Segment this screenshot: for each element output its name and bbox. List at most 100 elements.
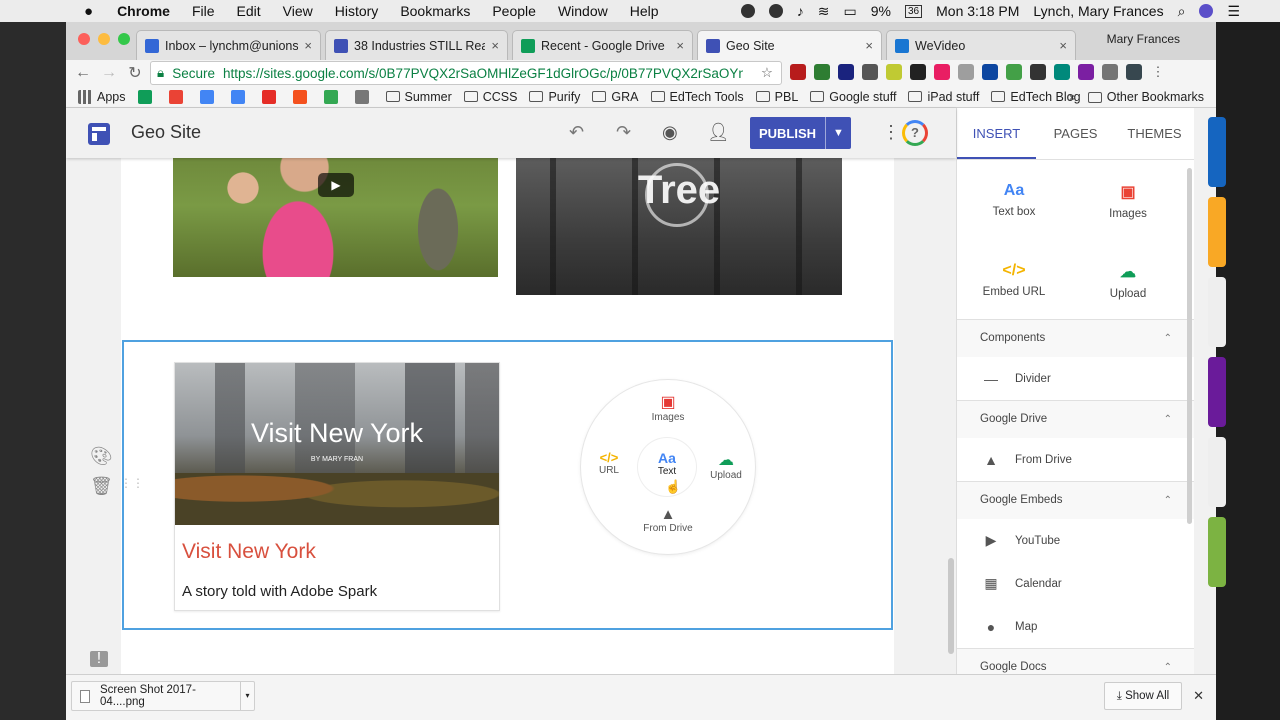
apple-menu-icon[interactable]: ● [84, 3, 93, 20]
radial-drive-option[interactable]: ▲ From Drive [633, 506, 703, 534]
bookmark-folder[interactable]: Google stuff [810, 90, 896, 104]
extension-icon[interactable] [1030, 64, 1046, 80]
new-york-image[interactable]: Visit New York BY MARY FRAN [175, 363, 499, 525]
extension-icon[interactable] [862, 64, 878, 80]
group-header[interactable]: Google Docs ⌃ [957, 649, 1194, 674]
redo-icon[interactable]: ↷ [616, 122, 631, 143]
group-header[interactable]: Components ⌃ [957, 320, 1194, 357]
adobe-spark-card[interactable]: Visit New York BY MARY FRAN Visit New Yo… [174, 362, 500, 611]
menu-history[interactable]: History [335, 3, 379, 19]
bookmarks-overflow-icon[interactable]: » [1069, 90, 1076, 104]
bookmark-item[interactable]: Apps [78, 89, 126, 104]
notification-center-icon[interactable]: ☰ [1227, 3, 1240, 20]
menu-window[interactable]: Window [558, 3, 608, 19]
bookmark-item[interactable] [199, 89, 219, 104]
bookmark-item[interactable] [230, 89, 250, 104]
close-tab-icon[interactable]: × [676, 38, 684, 53]
close-tab-icon[interactable]: × [865, 38, 873, 53]
show-all-button[interactable]: ⤓ Show All [1104, 682, 1182, 710]
bookmark-item[interactable] [261, 89, 281, 104]
insert-item[interactable]: ▶ YouTube [957, 519, 1194, 562]
bookmark-item[interactable] [292, 89, 312, 104]
bookmark-folder[interactable]: iPad stuff [908, 90, 979, 104]
collapse-chevron-icon[interactable]: ⌃ [1164, 401, 1172, 438]
bookmark-folder[interactable]: PBL [755, 90, 798, 104]
panel-scrollbar[interactable] [1187, 168, 1192, 524]
address-bar[interactable]: 🔒︎ Secure https://sites.google.com/s/0B7… [150, 61, 782, 85]
insert-item[interactable]: — Divider [957, 357, 1194, 400]
share-add-person-icon[interactable]: 👤︎ [707, 122, 730, 143]
section-drag-handle-icon[interactable]: ⋮⋮ [120, 476, 144, 490]
profile-name[interactable]: Mary Frances [1107, 32, 1180, 46]
more-options-icon[interactable]: ⋮ [882, 122, 900, 143]
bookmark-item[interactable] [137, 89, 157, 104]
insert-item[interactable]: ▦ Calendar [957, 562, 1194, 605]
browser-tab[interactable]: 38 Industries STILL Ready × [325, 30, 508, 60]
publish-options-dropdown-icon[interactable]: ▼ [825, 117, 851, 149]
close-downloads-icon[interactable]: ✕ [1193, 688, 1204, 704]
undo-icon[interactable]: ↶ [569, 122, 584, 143]
insert-images[interactable]: ▣ Images [1071, 182, 1185, 220]
canvas-scrollbar[interactable] [948, 558, 954, 654]
menu-bookmarks[interactable]: Bookmarks [400, 3, 470, 19]
other-bookmarks-folder[interactable]: Other Bookmarks [1087, 90, 1204, 104]
browser-tab[interactable]: Inbox – lynchm@unionsd.o × [136, 30, 321, 60]
insert-item[interactable]: ● Map [957, 605, 1194, 648]
forward-icon[interactable]: → [96, 64, 122, 82]
minimize-window-button[interactable] [98, 33, 110, 45]
delete-section-icon[interactable]: 🗑︎ [90, 476, 113, 497]
insert-item[interactable]: ▲ From Drive [957, 438, 1194, 481]
group-header[interactable]: Google Embeds ⌃ [957, 482, 1194, 519]
maximize-window-button[interactable] [118, 33, 130, 45]
tab-insert[interactable]: INSERT [957, 108, 1036, 159]
back-icon[interactable]: ← [70, 64, 96, 82]
insert-text-box[interactable]: Aa Text box [957, 182, 1071, 218]
airplay-icon[interactable]: ▭ [844, 3, 857, 20]
tab-themes[interactable]: THEMES [1115, 108, 1194, 159]
collapse-chevron-icon[interactable]: ⌃ [1164, 649, 1172, 674]
extension-icon[interactable] [958, 64, 974, 80]
browser-tab[interactable]: WeVideo × [886, 30, 1076, 60]
calendar-badge[interactable]: 36 [905, 4, 923, 18]
insert-upload[interactable]: ☁ Upload [1071, 262, 1185, 300]
wifi-icon[interactable]: ≋ [818, 3, 830, 20]
extension-icon[interactable] [790, 64, 806, 80]
close-tab-icon[interactable]: × [491, 38, 499, 53]
battery-level[interactable]: 9% [871, 3, 891, 19]
collapse-chevron-icon[interactable]: ⌃ [1164, 320, 1172, 357]
extension-icon[interactable] [1006, 64, 1022, 80]
siri-icon[interactable] [1199, 4, 1214, 18]
microphone-icon[interactable]: ♪ [797, 3, 804, 19]
bookmark-folder[interactable]: GRA [592, 90, 639, 104]
video-thumbnail[interactable]: ▶ [173, 158, 498, 277]
user-name[interactable]: Lynch, Mary Frances [1033, 3, 1163, 19]
menu-people[interactable]: People [492, 3, 536, 19]
radial-url-option[interactable]: </> URL [589, 450, 629, 476]
download-item[interactable]: Screen Shot 2017-04....png ▾ [71, 681, 255, 711]
sites-logo-icon[interactable] [88, 123, 110, 145]
tree-image[interactable]: Tree [516, 158, 842, 295]
extension-icon[interactable] [982, 64, 998, 80]
bookmark-folder[interactable]: EdTech Tools [650, 90, 744, 104]
close-window-button[interactable] [78, 33, 90, 45]
group-header[interactable]: Google Drive ⌃ [957, 401, 1194, 438]
extension-icon[interactable] [910, 64, 926, 80]
spotlight-search-icon[interactable]: ⌕ [1178, 3, 1186, 20]
extension-icon[interactable] [814, 64, 830, 80]
feedback-icon[interactable]: ! [90, 651, 108, 667]
selected-section[interactable]: ⋮⋮ Visit New York BY MARY FRAN Visit New… [120, 340, 893, 630]
extension-icon[interactable] [838, 64, 854, 80]
play-button-icon[interactable]: ▶ [318, 173, 354, 197]
chrome-menu-icon[interactable]: ⋮ [1150, 64, 1166, 80]
help-icon[interactable]: ? [902, 120, 928, 146]
extension-icon[interactable] [886, 64, 902, 80]
browser-tab[interactable]: Recent - Google Drive × [512, 30, 693, 60]
preview-eye-icon[interactable]: ◉ [662, 122, 678, 143]
bookmark-folder[interactable]: Summer [385, 90, 452, 104]
menu-help[interactable]: Help [630, 3, 659, 19]
extension-icon[interactable] [1054, 64, 1070, 80]
publish-button[interactable]: PUBLISH ▼ [750, 117, 851, 149]
radial-images-option[interactable]: ▣ Images [638, 392, 698, 423]
extension-icon[interactable] [1078, 64, 1094, 80]
extension-icon[interactable] [1126, 64, 1142, 80]
